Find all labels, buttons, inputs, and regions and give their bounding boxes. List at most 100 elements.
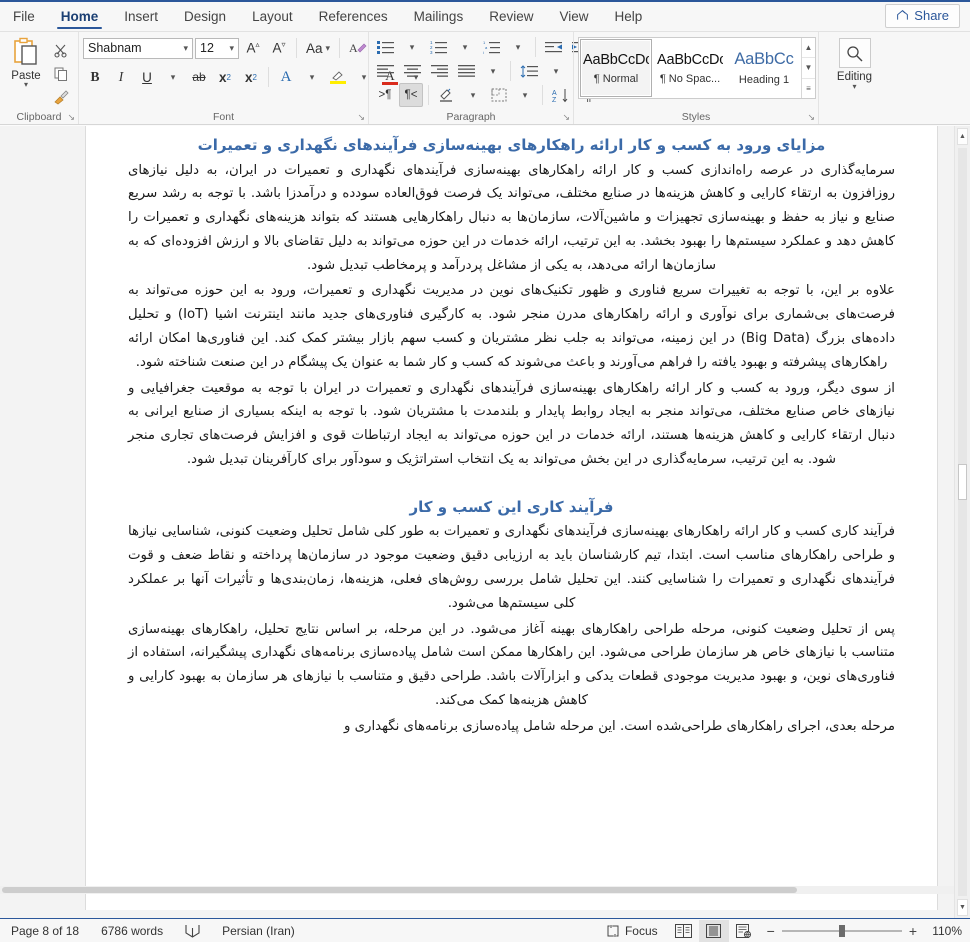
grow-font-button[interactable]: A▵ — [241, 36, 265, 60]
cut-button[interactable] — [50, 41, 72, 61]
document-body[interactable]: مزایای ورود به کسب و کار ارائه راهکارهای… — [86, 134, 937, 739]
format-painter-button[interactable] — [50, 87, 72, 107]
bullets-button[interactable] — [373, 35, 398, 59]
zoom-slider-thumb[interactable] — [838, 924, 845, 937]
align-center-button[interactable] — [400, 59, 425, 83]
line-spacing-dropdown[interactable]: ▾ — [544, 59, 568, 83]
horizontal-scrollbar-thumb[interactable] — [2, 887, 797, 893]
strikethrough-button[interactable]: ab — [187, 65, 211, 89]
tab-design[interactable]: Design — [171, 0, 239, 32]
tab-mailings[interactable]: Mailings — [401, 0, 477, 32]
scroll-down-button[interactable]: ▼ — [957, 899, 968, 916]
bullets-dropdown[interactable]: ▾ — [400, 35, 424, 59]
editing-button[interactable]: Editing ▾ — [823, 35, 886, 91]
superscript-button[interactable]: x2 — [239, 65, 263, 89]
styles-gallery-scroll: ▲ ▼ ≡ — [801, 38, 815, 98]
decrease-indent-button[interactable] — [541, 35, 566, 59]
web-layout-button[interactable] — [729, 920, 759, 942]
align-left-button[interactable] — [373, 59, 398, 83]
rtl-text-direction-button[interactable]: ¶< — [399, 83, 423, 107]
proofing-status[interactable] — [174, 919, 211, 942]
tab-view[interactable]: View — [546, 0, 601, 32]
horizontal-scrollbar[interactable] — [0, 886, 954, 894]
paragraph-rows: ▾ 123 ▾ 1ai ▾ ▾ ▾ >¶ ¶< ▾ ▾ A Z — [373, 35, 600, 107]
paste-chevron-down-icon[interactable]: ▾ — [24, 81, 28, 89]
style-item-normal[interactable]: AaBbCcDc ¶ Normal — [580, 39, 652, 97]
ribbon-group-font: Shabnam ▾ 12 ▾ A▵ A▿ Aa ▾ A B I U ▾ ab x… — [78, 32, 418, 124]
italic-button[interactable]: I — [109, 65, 133, 89]
tab-help[interactable]: Help — [602, 0, 656, 32]
focus-mode-button[interactable]: Focus — [595, 919, 669, 942]
justify-dropdown[interactable]: ▾ — [481, 59, 505, 83]
copy-button[interactable] — [50, 64, 72, 84]
shrink-font-button[interactable]: A▿ — [267, 36, 291, 60]
vertical-scrollbar-track[interactable] — [958, 148, 967, 896]
tab-references[interactable]: References — [306, 0, 401, 32]
change-case-button[interactable]: Aa ▾ — [302, 36, 334, 60]
styles-dialog-launcher[interactable]: ↘ — [807, 112, 815, 123]
vertical-scrollbar[interactable]: ▲ ▼ — [954, 126, 970, 918]
highlight-button[interactable] — [326, 65, 350, 89]
tab-file[interactable]: File — [0, 0, 48, 32]
numbering-dropdown[interactable]: ▾ — [453, 35, 477, 59]
style-item-no-spacing[interactable]: AaBbCcDc ¶ No Spac... — [654, 39, 726, 97]
subscript-button[interactable]: x2 — [213, 65, 237, 89]
word-count-status[interactable]: 6786 words — [90, 919, 174, 942]
tab-insert[interactable]: Insert — [111, 0, 171, 32]
paste-button[interactable]: Paste ▾ — [4, 37, 48, 107]
multilevel-dropdown[interactable]: ▾ — [506, 35, 530, 59]
multilevel-list-button[interactable]: 1ai — [479, 35, 504, 59]
page-number-status[interactable]: Page 8 of 18 — [0, 919, 90, 942]
tab-review[interactable]: Review — [476, 0, 546, 32]
styles-scroll-up-button[interactable]: ▲ — [802, 38, 815, 59]
document-canvas[interactable]: مزایای ورود به کسب و کار ارائه راهکارهای… — [0, 126, 970, 918]
divider — [339, 38, 341, 58]
numbering-button[interactable]: 123 — [426, 35, 451, 59]
font-dialog-launcher[interactable]: ↘ — [357, 112, 365, 123]
bold-button[interactable]: B — [83, 65, 107, 89]
ltr-text-direction-button[interactable]: >¶ — [373, 83, 397, 107]
shading-button[interactable] — [434, 83, 459, 107]
print-layout-button[interactable] — [698, 919, 729, 942]
vertical-scrollbar-thumb[interactable] — [958, 464, 967, 500]
zoom-in-button[interactable]: + — [909, 923, 917, 939]
line-spacing-button[interactable] — [516, 59, 542, 83]
share-button[interactable]: Share — [885, 3, 960, 28]
document-page[interactable]: مزایای ورود به کسب و کار ارائه راهکارهای… — [85, 126, 938, 910]
clipboard-body: Paste ▾ — [4, 35, 74, 110]
styles-scroll-down-button[interactable]: ▼ — [802, 58, 815, 79]
align-right-button[interactable] — [427, 59, 452, 83]
shading-dropdown[interactable]: ▾ — [461, 83, 485, 107]
zoom-out-button[interactable]: − — [767, 923, 775, 939]
underline-dropdown[interactable]: ▾ — [161, 65, 185, 89]
read-mode-button[interactable] — [669, 920, 699, 942]
scroll-up-button[interactable]: ▲ — [957, 128, 968, 145]
editing-chevron-down-icon[interactable]: ▾ — [852, 83, 856, 91]
underline-button[interactable]: U — [135, 65, 159, 89]
tab-view-label: View — [559, 8, 589, 24]
clipboard-dialog-launcher[interactable]: ↘ — [67, 112, 75, 123]
borders-button[interactable] — [487, 83, 511, 107]
zoom-level-label[interactable]: 110% — [924, 924, 962, 938]
text-effects-button[interactable]: A — [274, 65, 298, 89]
style-item-heading-1[interactable]: AaBbCс Heading 1 — [728, 39, 800, 97]
zoom-control[interactable]: − + 110% — [759, 923, 970, 939]
sort-button[interactable]: AZ — [548, 83, 574, 107]
chevron-up-icon: ▲ — [959, 133, 966, 140]
font-name-combobox[interactable]: Shabnam ▾ — [83, 37, 193, 59]
font-size-combobox[interactable]: 12 ▾ — [195, 37, 239, 59]
styles-more-button[interactable]: ≡ — [802, 79, 815, 98]
zoom-slider-track[interactable] — [781, 924, 902, 937]
tab-home[interactable]: Home — [48, 0, 112, 32]
paragraph-dialog-launcher[interactable]: ↘ — [562, 112, 570, 123]
justify-button[interactable] — [454, 59, 479, 83]
chevron-down-icon: ▾ — [553, 65, 559, 76]
tab-layout[interactable]: Layout — [239, 0, 306, 32]
language-status[interactable]: Persian (Iran) — [211, 919, 306, 942]
font-name-value: Shabnam — [88, 41, 142, 55]
ribbon-tab-bar: File Home Insert Design Layout Reference… — [0, 0, 970, 32]
borders-dropdown[interactable]: ▾ — [513, 83, 537, 107]
text-effects-dropdown[interactable]: ▾ — [300, 65, 324, 89]
chevron-down-icon: ▾ — [229, 42, 234, 53]
chevron-down-icon: ▾ — [522, 89, 528, 100]
